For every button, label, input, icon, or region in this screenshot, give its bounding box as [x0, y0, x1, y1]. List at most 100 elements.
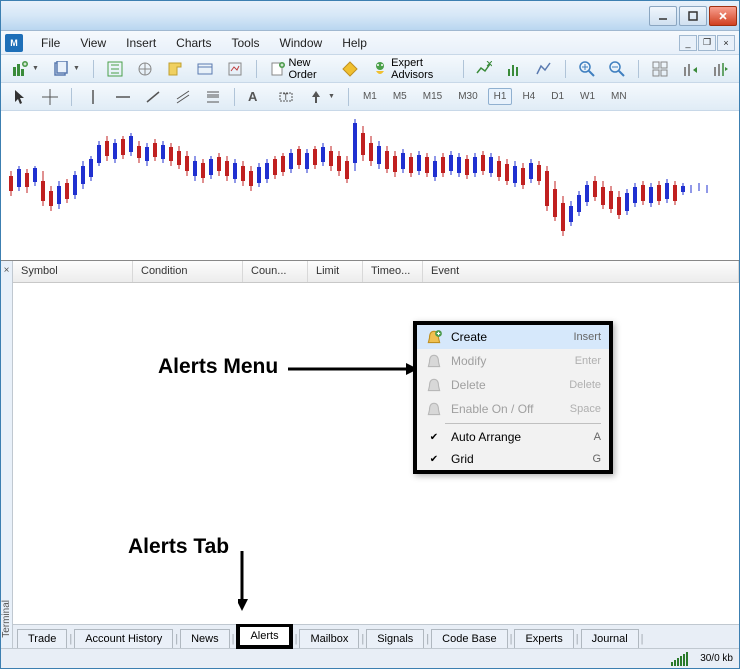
tf-m5[interactable]: M5 [387, 88, 413, 105]
titlebar [1, 1, 739, 31]
menu-help[interactable]: Help [332, 34, 377, 52]
maximize-button[interactable] [679, 6, 707, 26]
trendline-button[interactable] [140, 86, 166, 108]
tf-m15[interactable]: M15 [417, 88, 448, 105]
fibo-button[interactable] [200, 86, 226, 108]
bell-delete-icon [425, 377, 443, 393]
traffic-label: 30/0 kb [700, 653, 733, 664]
menu-insert[interactable]: Insert [116, 34, 166, 52]
mdi-close[interactable]: × [717, 35, 735, 51]
new-order-icon [270, 61, 286, 77]
tab-news[interactable]: News [180, 629, 230, 648]
tf-m1[interactable]: M1 [357, 88, 383, 105]
tab-account-history[interactable]: Account History [74, 629, 173, 648]
tab-alerts[interactable]: Alerts [240, 627, 288, 645]
col-counter[interactable]: Coun... [243, 261, 308, 282]
templates-button[interactable] [531, 58, 557, 80]
col-limit[interactable]: Limit [308, 261, 363, 282]
col-timeout[interactable]: Timeo... [363, 261, 423, 282]
menu-file[interactable]: File [31, 34, 70, 52]
terminal-tabs: Trade| Account History| News| Alerts | M… [13, 624, 739, 648]
tab-signals[interactable]: Signals [366, 629, 424, 648]
ctx-modify-shortcut: Enter [575, 355, 601, 367]
channel-icon [175, 89, 191, 105]
crosshair-button[interactable] [37, 86, 63, 108]
terminal-button[interactable] [192, 58, 218, 80]
periodicity-button[interactable] [501, 58, 527, 80]
cursor-button[interactable] [7, 86, 33, 108]
close-button[interactable] [709, 6, 737, 26]
tf-w1[interactable]: W1 [574, 88, 601, 105]
minimize-button[interactable] [649, 6, 677, 26]
arrows-button[interactable]: ▼ [303, 86, 340, 108]
new-chart-button[interactable]: ▼ [7, 58, 44, 80]
crosshair-icon [42, 89, 58, 105]
label-button[interactable]: T [273, 86, 299, 108]
tab-mailbox[interactable]: Mailbox [299, 629, 359, 648]
tile-windows-button[interactable] [647, 58, 673, 80]
ctx-grid[interactable]: ✔ Grid G [417, 448, 609, 470]
col-symbol[interactable]: Symbol [13, 261, 133, 282]
alerts-table-body[interactable]: Alerts Menu Create Insert Modify E [13, 283, 739, 624]
terminal-sidebar: × Terminal [1, 261, 13, 648]
tf-h1[interactable]: H1 [488, 88, 513, 105]
terminal-close-button[interactable]: × [4, 261, 10, 280]
tester-button[interactable] [222, 58, 248, 80]
menubar: M File View Insert Charts Tools Window H… [1, 31, 739, 55]
data-window-icon [137, 61, 153, 77]
tab-journal[interactable]: Journal [581, 629, 639, 648]
terminal-icon [197, 61, 213, 77]
market-watch-button[interactable] [102, 58, 128, 80]
ctx-enable: Enable On / Off Space [417, 397, 609, 421]
dropdown-icon: ▼ [328, 93, 335, 100]
indicators-button[interactable] [471, 58, 497, 80]
tf-mn[interactable]: MN [605, 88, 633, 105]
metaquotes-button[interactable] [337, 58, 363, 80]
hline-button[interactable] [110, 86, 136, 108]
ctx-delete-shortcut: Delete [569, 379, 601, 391]
mdi-minimize[interactable]: _ [679, 35, 697, 51]
new-order-label: New Order [289, 57, 329, 81]
menu-tools[interactable]: Tools [222, 34, 270, 52]
menu-charts[interactable]: Charts [166, 34, 221, 52]
price-chart[interactable] [1, 111, 739, 261]
tf-h4[interactable]: H4 [516, 88, 541, 105]
navigator-button[interactable] [162, 58, 188, 80]
profiles-button[interactable]: ▼ [48, 58, 85, 80]
tab-experts[interactable]: Experts [514, 629, 573, 648]
mdi-restore[interactable]: ❐ [698, 35, 716, 51]
new-order-button[interactable]: New Order [265, 54, 334, 84]
col-event[interactable]: Event [423, 261, 739, 282]
tf-d1[interactable]: D1 [545, 88, 570, 105]
chart-add-icon [12, 61, 28, 77]
data-window-button[interactable] [132, 58, 158, 80]
zoom-in-button[interactable] [574, 58, 600, 80]
connection-bars-icon [671, 652, 688, 666]
channel-button[interactable] [170, 86, 196, 108]
tab-trade[interactable]: Trade [17, 629, 67, 648]
tab-codebase[interactable]: Code Base [431, 629, 507, 648]
bell-toggle-icon [425, 401, 443, 417]
alerts-context-menu: Create Insert Modify Enter Delete Delete [413, 321, 613, 474]
menu-view[interactable]: View [70, 34, 116, 52]
expert-advisors-button[interactable]: Expert Advisors [367, 54, 454, 84]
text-button[interactable]: A [243, 86, 269, 108]
toolbar-main: ▼ ▼ New Order Expert Advisors [1, 55, 739, 83]
annotation-arrow-1 [288, 361, 418, 381]
indicators-icon [476, 61, 492, 77]
annotation-alerts-menu: Alerts Menu [158, 355, 278, 379]
ctx-modify-label: Modify [451, 354, 567, 368]
autoscroll-button[interactable] [677, 58, 703, 80]
col-condition[interactable]: Condition [133, 261, 243, 282]
ctx-create[interactable]: Create Insert [417, 325, 609, 349]
zoom-out-button[interactable] [604, 58, 630, 80]
bell-add-icon [425, 329, 443, 345]
arrows-icon [308, 89, 324, 105]
check-icon: ✔ [425, 454, 443, 465]
menu-window[interactable]: Window [270, 34, 333, 52]
tf-m30[interactable]: M30 [452, 88, 483, 105]
ctx-autoarrange[interactable]: ✔ Auto Arrange A [417, 426, 609, 448]
vline-button[interactable] [80, 86, 106, 108]
statusbar: 30/0 kb [1, 648, 739, 668]
shift-button[interactable] [707, 58, 733, 80]
